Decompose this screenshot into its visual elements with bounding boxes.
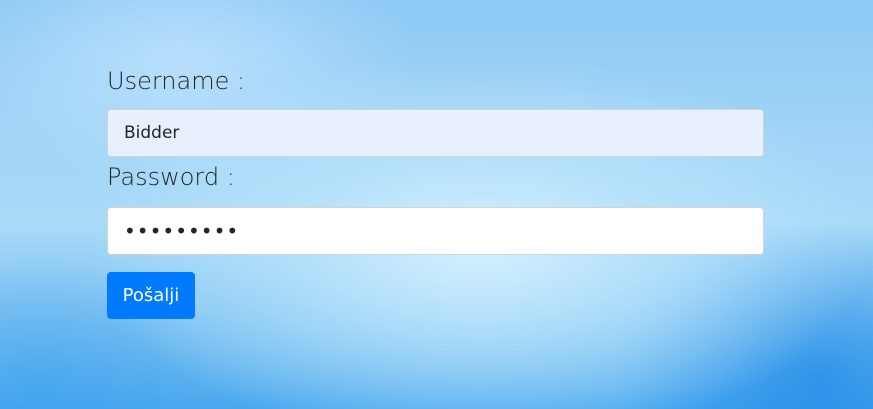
password-input[interactable]: •••••••••: [107, 207, 764, 255]
username-input[interactable]: Bidder: [107, 109, 764, 157]
login-form: Username : Bidder Password : •••••••••: [107, 64, 764, 255]
password-label: Password :: [107, 163, 235, 191]
username-label: Username :: [107, 67, 246, 95]
submit-button[interactable]: Pošalji: [107, 272, 195, 319]
